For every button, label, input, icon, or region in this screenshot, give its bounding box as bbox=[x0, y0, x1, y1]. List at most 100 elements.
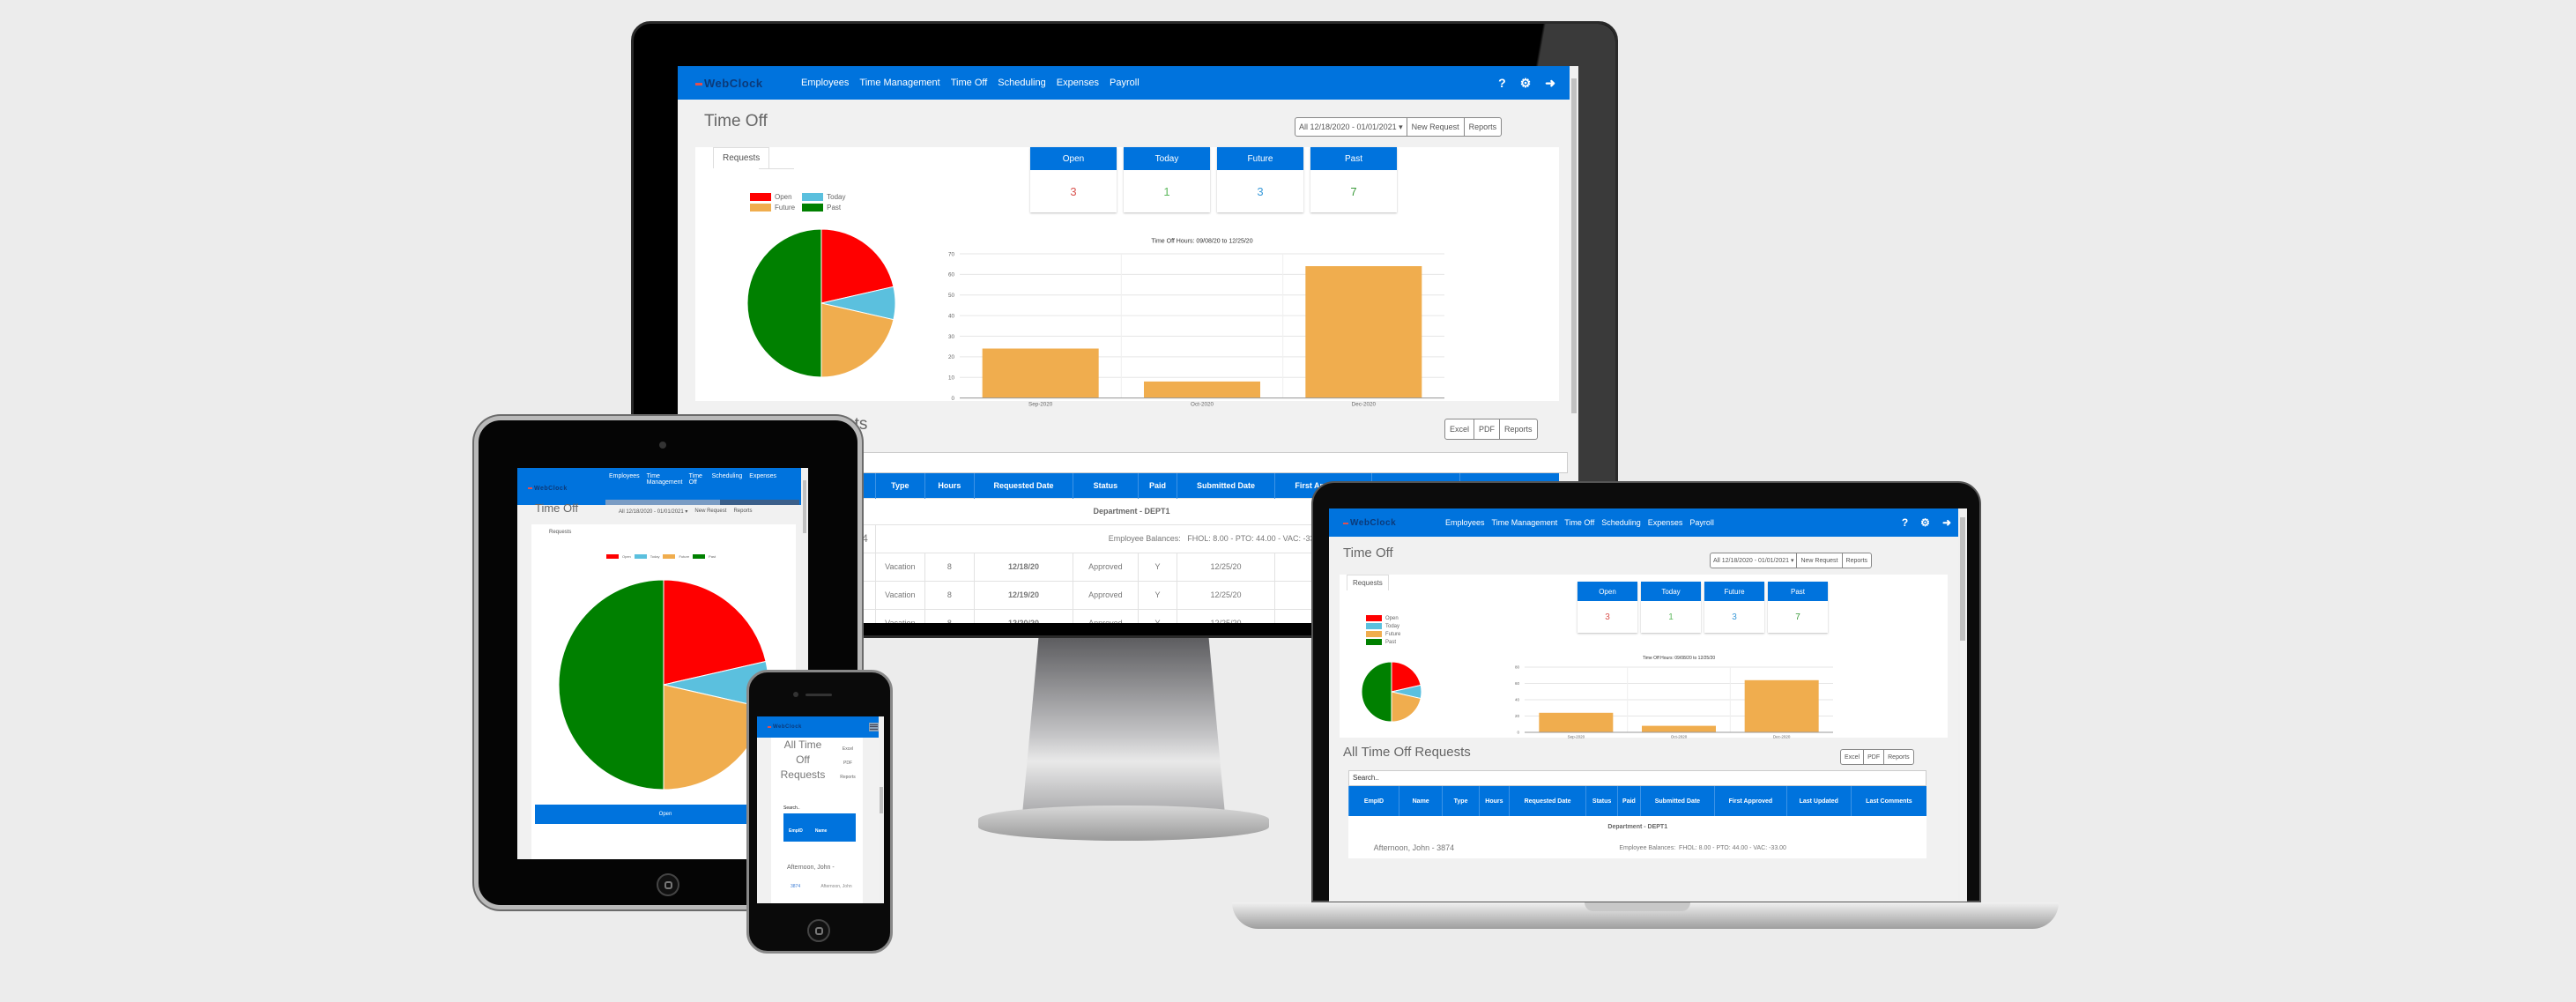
nav-time-off[interactable]: Time Off bbox=[1564, 518, 1594, 527]
legend-item-past[interactable]: Past bbox=[802, 204, 845, 212]
scrollbar-thumb[interactable] bbox=[1571, 78, 1577, 413]
legend-item-open[interactable]: Open bbox=[750, 193, 795, 201]
search-input[interactable]: Search.. bbox=[1348, 770, 1926, 786]
nav-payroll[interactable]: Payroll bbox=[1110, 78, 1140, 88]
excel-button[interactable]: Excel bbox=[1841, 750, 1863, 764]
new-request-button[interactable]: New Request bbox=[694, 508, 726, 515]
bar-oct-2020[interactable] bbox=[1642, 725, 1716, 732]
reports-button[interactable]: Reports bbox=[1841, 553, 1872, 568]
gear-icon[interactable]: ⚙ bbox=[1520, 76, 1532, 91]
nav-scheduling[interactable]: Scheduling bbox=[1601, 518, 1641, 527]
employee-name[interactable]: Afternoon, John - 3874 bbox=[1349, 837, 1480, 858]
new-request-button[interactable]: New Request bbox=[1406, 118, 1464, 136]
nav-time-off[interactable]: Time Off bbox=[951, 78, 988, 88]
webclock-logo[interactable]: WebClock bbox=[695, 77, 801, 90]
reports-button[interactable]: Reports bbox=[1463, 118, 1502, 136]
col-hours[interactable]: Hours bbox=[924, 473, 975, 498]
nav-expenses[interactable]: Expenses bbox=[749, 473, 776, 486]
export-reports-button[interactable]: Reports bbox=[1499, 419, 1537, 439]
bar-dec-2020[interactable] bbox=[1305, 266, 1422, 398]
status-card-future[interactable]: Future 3 bbox=[1704, 582, 1764, 633]
pie-slice-past[interactable] bbox=[746, 228, 822, 378]
tab-requests[interactable]: Requests bbox=[713, 147, 770, 168]
col-last-updated[interactable]: Last Updated bbox=[1785, 786, 1852, 816]
help-icon[interactable]: ? bbox=[1498, 76, 1506, 91]
help-icon[interactable]: ? bbox=[1902, 516, 1908, 529]
col-paid[interactable]: Paid bbox=[1617, 786, 1641, 816]
scrollbar-thumb[interactable] bbox=[803, 480, 806, 533]
export-reports-button[interactable]: Reports bbox=[835, 775, 861, 780]
nav-time-management[interactable]: Time Management bbox=[647, 473, 683, 486]
gear-icon[interactable]: ⚙ bbox=[1920, 516, 1930, 529]
status-card-today[interactable]: Today 1 bbox=[1124, 147, 1210, 212]
legend-item-future[interactable]: Future bbox=[750, 204, 795, 212]
col-status[interactable]: Status bbox=[1073, 473, 1139, 498]
bar-oct-2020[interactable] bbox=[1144, 381, 1260, 398]
nav-expenses[interactable]: Expenses bbox=[1648, 518, 1683, 527]
nav-employees[interactable]: Employees bbox=[609, 473, 640, 486]
legend-item-today[interactable]: Today bbox=[634, 554, 659, 559]
status-card-open[interactable]: Open 3 bbox=[1578, 582, 1637, 633]
col-last-comments[interactable]: Last Comments bbox=[1850, 786, 1926, 816]
webclock-logo[interactable]: WebClock bbox=[528, 486, 609, 492]
legend-item-future[interactable]: Future bbox=[1366, 631, 1400, 637]
nav-time-management[interactable]: Time Management bbox=[859, 78, 939, 88]
scrollbar-thumb[interactable] bbox=[605, 500, 720, 505]
nav-time-management[interactable]: Time Management bbox=[1492, 518, 1558, 527]
logout-icon[interactable]: ➜ bbox=[1942, 516, 1951, 529]
empid-link[interactable]: 3874 bbox=[791, 884, 800, 889]
col-type[interactable]: Type bbox=[874, 473, 925, 498]
bar-dec-2020[interactable] bbox=[1744, 679, 1819, 732]
nav-employees[interactable]: Employees bbox=[801, 78, 849, 88]
legend-item-past[interactable]: Past bbox=[1366, 639, 1400, 645]
excel-button[interactable]: Excel bbox=[835, 746, 861, 752]
legend-item-today[interactable]: Today bbox=[802, 193, 845, 201]
hamburger-menu-icon[interactable] bbox=[869, 723, 879, 731]
date-filter-dropdown[interactable]: All 12/18/2020 - 01/01/2021 ▾ bbox=[1711, 553, 1796, 568]
nav-horizontal-scrollbar[interactable] bbox=[605, 500, 799, 505]
col-name[interactable]: Name bbox=[1398, 786, 1443, 816]
date-filter-dropdown[interactable]: All 12/18/2020 - 01/01/2021 ▾ bbox=[619, 508, 687, 515]
nav-scheduling[interactable]: Scheduling bbox=[998, 78, 1045, 88]
tab-requests[interactable]: Requests bbox=[549, 530, 571, 535]
export-reports-button[interactable]: Reports bbox=[1883, 750, 1913, 764]
col-empid[interactable]: EmpID bbox=[1348, 786, 1399, 816]
col-hours[interactable]: Hours bbox=[1478, 786, 1510, 816]
status-card-past[interactable]: Past 7 bbox=[1310, 147, 1397, 212]
tab-requests[interactable]: Requests bbox=[1347, 575, 1389, 590]
col-submitted-date[interactable]: Submitted Date bbox=[1639, 786, 1715, 816]
reports-button[interactable]: Reports bbox=[733, 508, 752, 515]
col-status[interactable]: Status bbox=[1585, 786, 1618, 816]
webclock-logo[interactable]: WebClock bbox=[1343, 518, 1445, 528]
excel-button[interactable]: Excel bbox=[1445, 419, 1474, 439]
nav-time-off[interactable]: Time Off bbox=[689, 473, 705, 486]
nav-payroll[interactable]: Payroll bbox=[1689, 518, 1714, 527]
pdf-button[interactable]: PDF bbox=[1474, 419, 1499, 439]
status-card-future[interactable]: Future 3 bbox=[1217, 147, 1303, 212]
bar-sep-2020[interactable] bbox=[1539, 712, 1614, 732]
col-paid[interactable]: Paid bbox=[1137, 473, 1177, 498]
col-requested-date[interactable]: Requested Date bbox=[973, 473, 1073, 498]
col-first-approved[interactable]: First Approved bbox=[1714, 786, 1787, 816]
legend-item-future[interactable]: Future bbox=[663, 554, 689, 559]
col-requested-date[interactable]: Requested Date bbox=[1509, 786, 1586, 816]
employee-name[interactable]: Afternoon, John - bbox=[787, 865, 835, 871]
scrollbar-thumb[interactable] bbox=[880, 787, 883, 813]
home-button[interactable] bbox=[657, 873, 679, 896]
col-empid[interactable]: EmpID bbox=[789, 828, 803, 834]
legend-item-open[interactable]: Open bbox=[1366, 615, 1400, 621]
webclock-logo[interactable]: WebClock bbox=[768, 724, 802, 730]
pdf-button[interactable]: PDF bbox=[1863, 750, 1883, 764]
phone-scrollbar[interactable] bbox=[879, 716, 884, 903]
col-submitted-date[interactable]: Submitted Date bbox=[1177, 473, 1275, 498]
status-card-open[interactable]: Open 3 bbox=[1030, 147, 1117, 212]
logout-icon[interactable]: ➜ bbox=[1545, 76, 1555, 91]
nav-expenses[interactable]: Expenses bbox=[1057, 78, 1099, 88]
legend-item-today[interactable]: Today bbox=[1366, 623, 1400, 629]
col-type[interactable]: Type bbox=[1442, 786, 1480, 816]
bar-sep-2020[interactable] bbox=[982, 348, 1099, 398]
pdf-button[interactable]: PDF bbox=[835, 761, 861, 766]
new-request-button[interactable]: New Request bbox=[1796, 553, 1841, 568]
status-card-past[interactable]: Past 7 bbox=[1768, 582, 1828, 633]
scrollbar-thumb[interactable] bbox=[1960, 517, 1965, 641]
